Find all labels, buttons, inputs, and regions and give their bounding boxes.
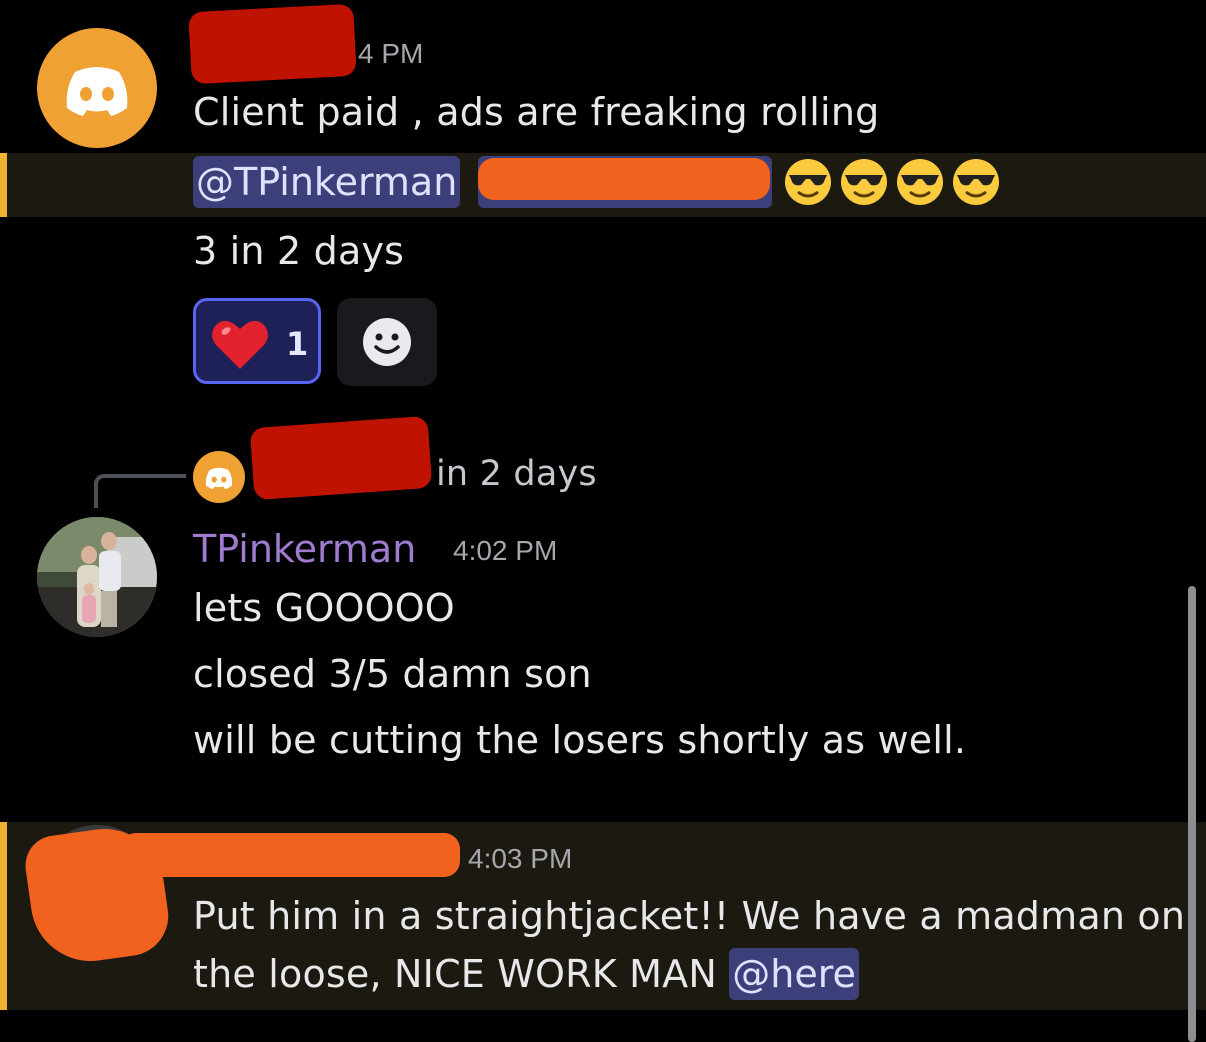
redacted-username	[120, 833, 460, 877]
reply-preview-text[interactable]: in 2 days	[436, 457, 597, 492]
redacted-mention	[478, 158, 770, 200]
message-text-line: the loose, NICE WORK MAN @here	[193, 947, 859, 1001]
user-avatar-tpinkerman[interactable]	[37, 517, 157, 637]
message-text[interactable]: lets GOOOOO	[193, 589, 455, 627]
sunglasses-emoji-icon	[953, 159, 999, 205]
here-mention[interactable]: @here	[729, 948, 859, 1000]
message-text[interactable]: 3 in 2 days	[193, 232, 404, 270]
sunglasses-emoji-icon	[897, 159, 943, 205]
redacted-username	[188, 3, 357, 85]
reply-connector	[94, 474, 186, 508]
add-reaction-button[interactable]	[337, 298, 437, 386]
message-text[interactable]: Client paid , ads are freaking rolling	[193, 93, 879, 131]
sunglasses-emoji-icon	[785, 159, 831, 205]
message-author-username[interactable]: TPinkerman	[193, 527, 416, 571]
message-timestamp: 4:03 PM	[468, 843, 573, 874]
discord-logo-icon	[66, 67, 128, 116]
message-text[interactable]: the loose, NICE WORK MAN	[193, 955, 729, 993]
message-timestamp: 4:02 PM	[453, 535, 558, 566]
sunglasses-emoji-icon	[841, 159, 887, 205]
smiley-add-reaction-icon	[363, 318, 411, 366]
mention-accent-bar	[0, 153, 7, 217]
emoji-row	[783, 157, 1001, 207]
avatar[interactable]	[37, 28, 157, 148]
message-text[interactable]: closed 3/5 damn son	[193, 655, 592, 693]
reply-avatar[interactable]	[193, 451, 245, 503]
user-mention[interactable]: @TPinkerman	[193, 156, 461, 208]
profile-photo-icon	[37, 517, 157, 637]
heart-emoji-icon	[212, 320, 268, 369]
reaction-count: 1	[286, 325, 309, 363]
reaction-heart[interactable]: 1	[193, 298, 321, 384]
scrollbar[interactable]	[1188, 586, 1196, 1042]
message-timestamp: 4 PM	[358, 38, 424, 69]
redacted-reply-username	[249, 415, 433, 501]
message-mention-row: @TPinkerman	[193, 156, 461, 208]
discord-logo-icon	[205, 467, 233, 490]
mention-accent-bar	[0, 822, 7, 1010]
message-text[interactable]: will be cutting the losers shortly as we…	[193, 721, 966, 759]
message-text[interactable]: Put him in a straightjacket!! We have a …	[193, 897, 1185, 935]
